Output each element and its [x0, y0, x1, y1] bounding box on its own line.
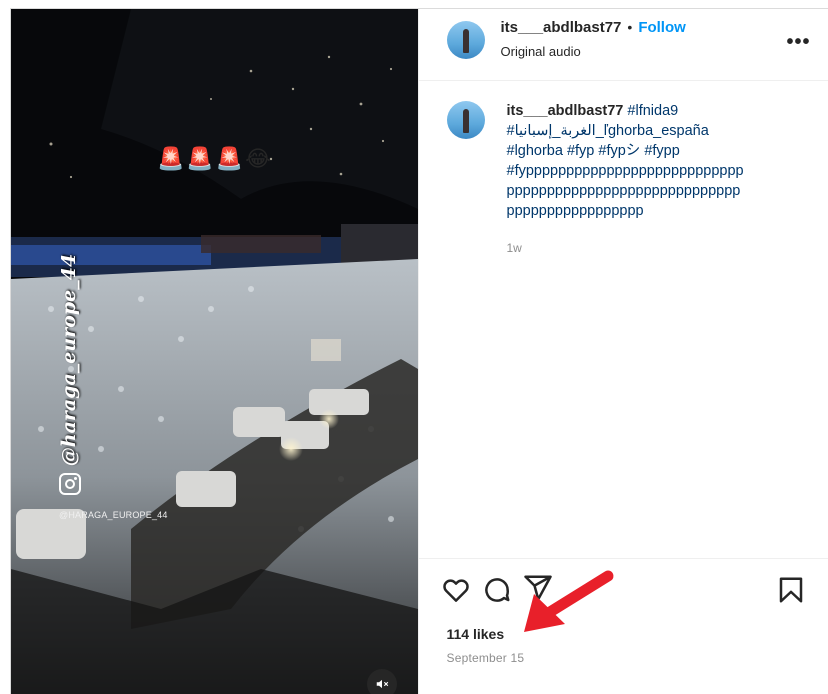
caption-timestamp[interactable]: 1w: [507, 241, 522, 255]
post-video[interactable]: 🚨🚨🚨😂 @haraga_europe_44 @HARAGA_EUROPE_44: [11, 9, 418, 694]
post-dialog: 🚨🚨🚨😂 @haraga_europe_44 @HARAGA_EUROPE_44…: [10, 8, 828, 694]
hashtag-link-continued[interactable]: ppppppppppppppppppppppppppppp: [507, 181, 807, 201]
more-options-button[interactable]: •••: [787, 31, 811, 54]
video-watermark-handle: @HARAGA_EUROPE_44: [59, 510, 168, 520]
author-username[interactable]: its___abdlbast77: [501, 19, 622, 36]
follow-button[interactable]: Follow: [638, 19, 686, 36]
caption-username[interactable]: its___abdlbast77: [507, 103, 624, 119]
video-emoji-overlay: 🚨🚨🚨😂: [157, 147, 273, 172]
hashtag-link[interactable]: #fyppppppppppppppppppppppppppp: [507, 161, 807, 181]
hashtag-link[interactable]: #lghorba #fyp #fypシ #fypp: [507, 141, 807, 161]
separator-dot: •: [627, 19, 633, 35]
hashtag-link[interactable]: #الغربة_إسبانيا_ľghorba_españa: [507, 121, 807, 141]
likes-count[interactable]: 114 likes: [447, 626, 505, 642]
instagram-logo-icon: [59, 473, 81, 495]
share-icon[interactable]: [523, 573, 553, 603]
author-avatar[interactable]: [446, 21, 485, 59]
audio-label[interactable]: Original audio: [501, 44, 581, 59]
caption-text: its___abdlbast77 #lfnida9 #الغربة_إسباني…: [507, 101, 807, 221]
post-side-panel: its___abdlbast77 • Follow Original audio •…: [417, 9, 828, 694]
mute-icon: [376, 679, 389, 689]
video-watermark-vertical: @haraga_europe_44: [58, 253, 80, 467]
hashtag-link-continued[interactable]: ppppppppppppppppp: [507, 201, 807, 221]
post-date[interactable]: September 15: [447, 651, 525, 665]
mute-button[interactable]: [367, 669, 397, 694]
hashtag-link[interactable]: #lfnida9: [627, 103, 678, 119]
bookmark-icon[interactable]: [776, 575, 806, 605]
caption-avatar[interactable]: [446, 101, 485, 139]
post-header: its___abdlbast77 • Follow Original audio •…: [418, 9, 828, 81]
comment-icon[interactable]: [482, 575, 512, 605]
heart-icon[interactable]: [441, 575, 471, 605]
